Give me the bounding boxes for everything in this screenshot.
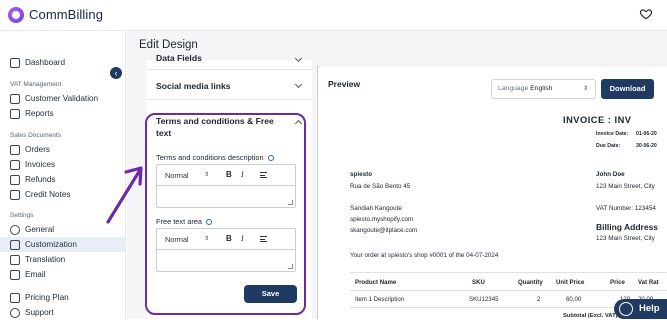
invoice-preview: Preview Language English ⇕ Download INVO… [318,67,667,319]
terms-description-label: Terms and conditions description [156,153,274,162]
section-title-vat: VAT Management [10,81,62,88]
refund-icon [10,174,20,185]
sidebar-item-reports[interactable]: Reports [0,106,126,121]
seller-site: spiesto.myshopify.com [350,216,414,223]
table-header: Unit Price [556,279,585,286]
brand-name[interactable]: CommBilling [29,7,103,22]
table-header: Quantity [518,279,543,286]
sidebar-item-pricing-plan[interactable]: Pricing Plan [0,290,126,305]
gear-icon [10,224,20,235]
report-icon [10,108,20,119]
sidebar-item-label: Invoices [25,160,56,169]
buyer-name: John Doe [596,171,625,178]
table-header: Product Name [355,279,397,286]
sidebar-item-label: Customization [25,240,77,249]
sidebar-item-translation[interactable]: Translation [0,252,126,267]
download-button[interactable]: Download [601,79,654,99]
customization-icon [10,239,20,250]
info-icon[interactable] [267,155,274,162]
sidebar-item-customer-validation[interactable]: Customer Validation [0,91,126,106]
orders-icon [10,144,20,155]
sidebar-item-customization[interactable]: Customization [0,237,126,252]
subtotal-label: Subtotal (Excl. VAT) [563,313,618,319]
table-divider [350,272,667,273]
billing-address-heading: Billing Address [596,222,659,232]
sidebar-item-label: Email [25,270,46,279]
language-select[interactable]: Language English ⇕ [491,79,596,99]
section-title-sales: Sales Documents [10,132,61,139]
sidebar-item-label: General [25,225,55,234]
credit-note-icon [10,189,20,200]
invoice-date-label: Invoice Date: [596,131,629,137]
sidebar-item-label: Support [25,308,54,317]
invoice-icon [10,159,20,170]
table-cell: 2 [537,296,541,303]
pricing-icon [10,292,20,303]
accordion-data-fields[interactable]: Data Fields [147,53,312,70]
billing-address: 123 Main Street, City [596,235,655,242]
sidebar-item-label: Credit Notes [25,190,71,199]
sidebar-item-label: Pricing Plan [25,293,69,302]
translation-icon [10,254,20,265]
seller-address: Rua de São Bento 45 [350,183,411,190]
table-header: Vat Rat [638,279,659,286]
accordion-title: Social media links [156,81,231,91]
sidebar-item-label: Customer Validation [25,94,99,103]
invoice-title: INVOICE : INV [563,115,632,125]
due-date-label: Due Date: [596,143,621,149]
top-bar: CommBilling [0,0,667,31]
table-cell: Item 1 Description [355,296,405,303]
sidebar-item-orders[interactable]: Orders [0,142,126,157]
buyer-vat: VAT Number: 123454 [596,205,656,212]
sidebar-item-support[interactable]: Support [0,305,126,320]
sidebar-item-dashboard[interactable]: Dashboard [0,55,126,70]
chat-bubble-icon [619,302,633,316]
seller-name: spiesto [350,171,373,178]
table-divider [350,290,667,291]
brand-logo-icon[interactable] [8,7,24,23]
page-title: Edit Design [139,39,198,51]
support-icon [10,307,20,318]
section-title-settings: Settings [10,212,34,219]
accordion-social-media-links[interactable]: Social media links [147,70,312,100]
select-arrows-icon: ⇕ [582,86,588,92]
chevron-down-icon [294,80,303,89]
order-line: Your order at spiesto's shop #0001 of th… [350,252,499,259]
table-header: Price [610,279,625,286]
buyer-address: 123 Main Street, City [596,183,655,190]
sidebar-item-email[interactable]: Email [0,267,126,282]
table-cell: SKU12345 [469,296,499,303]
highlight-outline [145,113,306,315]
table-header: SKU [472,279,485,286]
checklist-icon [10,93,20,104]
chevron-down-icon [294,54,303,63]
table-cell: 60,00 [566,296,582,303]
sidebar-item-label: Translation [25,255,66,264]
seller-email: skangoute@itplace.com [350,227,418,234]
email-icon [10,269,20,280]
home-icon [10,57,20,68]
sidebar-item-label: Refunds [25,175,56,184]
help-button[interactable]: Help [614,299,667,319]
sidebar-item-label: Reports [25,109,54,118]
help-label: Help [639,303,660,314]
seller-contact: Sandiah Kangoute [350,205,402,212]
heart-icon[interactable] [639,7,653,21]
invoice-date-value: 01-06-20 [636,131,657,137]
due-date-value: 30-06-20 [636,143,657,149]
annotation-arrow-icon [106,166,143,224]
accordion-title: Data Fields [156,53,202,63]
preview-title: Preview [328,79,361,89]
sidebar-item-label: Dashboard [25,58,66,67]
sidebar-item-label: Orders [25,145,51,154]
